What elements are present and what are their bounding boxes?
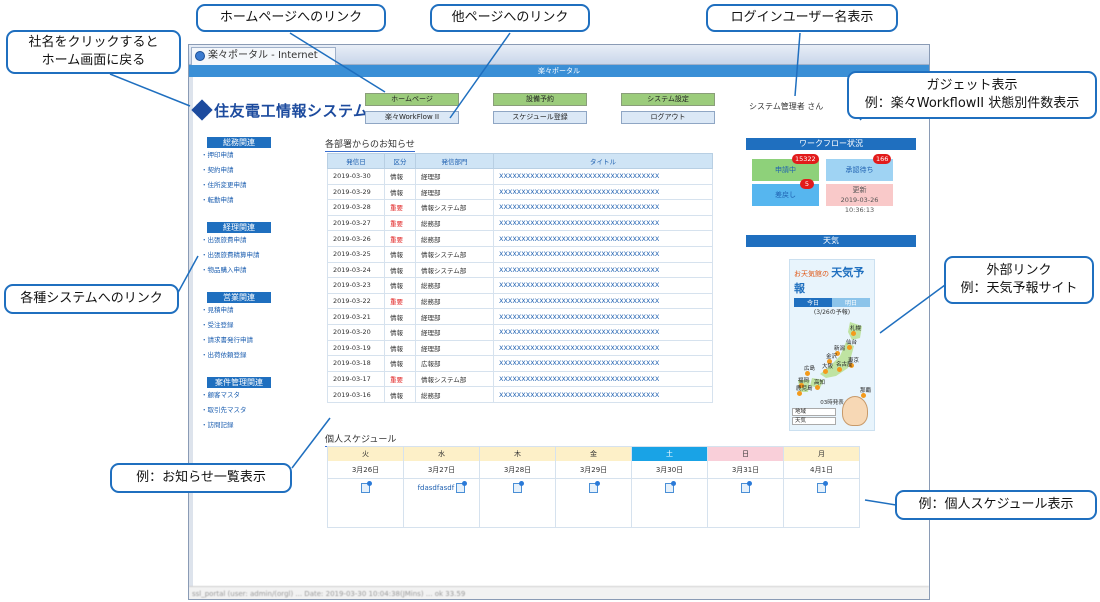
annotation-login-user: ログインユーザー名表示: [706, 4, 898, 32]
annotation-system-links: 各種システムへのリンク: [4, 284, 179, 314]
annotation-other-links: 他ページへのリンク: [430, 4, 590, 32]
annotation-notice-list: 例：お知らせ一覧表示: [110, 463, 292, 493]
annotation-external-link: 外部リンク 例：天気予報サイト: [944, 256, 1094, 304]
annotation-schedule: 例：個人スケジュール表示: [895, 490, 1097, 520]
annotation-home-link: ホームページへのリンク: [196, 4, 386, 32]
annotation-gadget: ガジェット表示 例：楽々WorkflowII 状態別件数表示: [847, 71, 1097, 119]
annotation-logo-link: 社名をクリックすると ホーム画面に戻る: [6, 30, 181, 74]
